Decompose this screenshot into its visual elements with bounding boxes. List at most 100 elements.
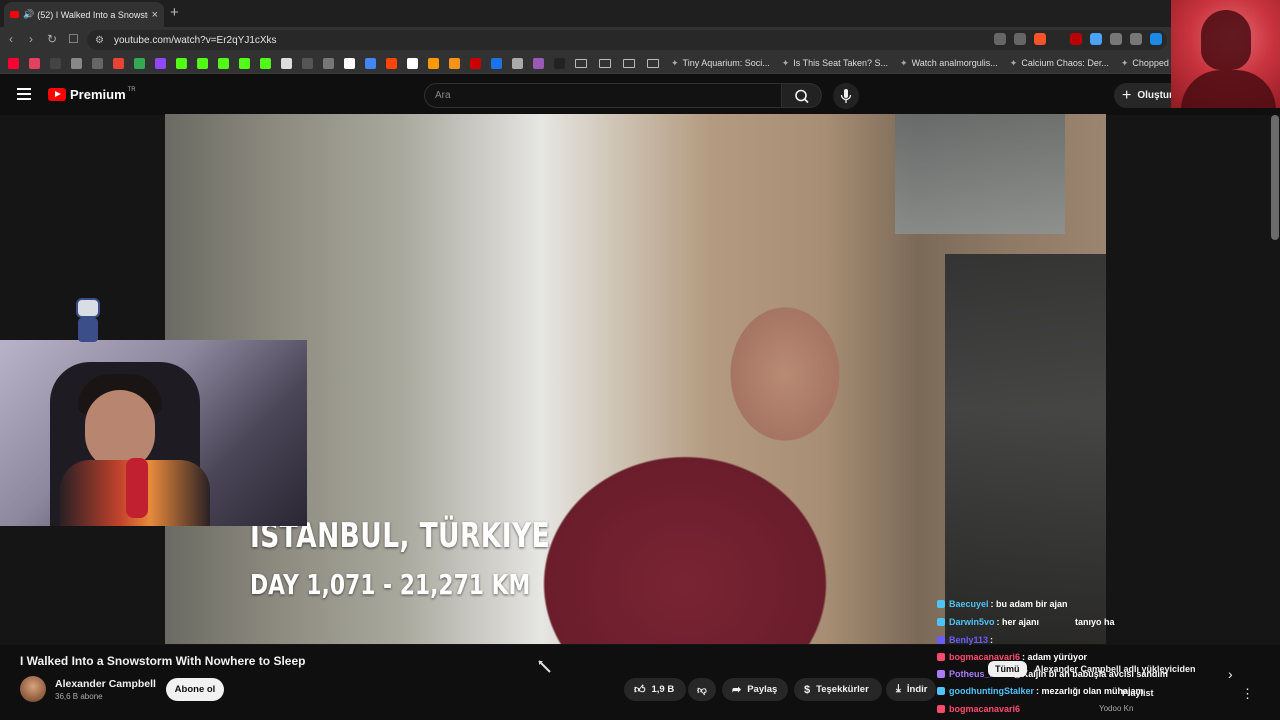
bookmark-item[interactable]: ✦ Tiny Aquarium: Soci... — [671, 58, 770, 69]
extension-icon[interactable] — [1130, 33, 1142, 45]
bookmark-item[interactable]: ✦ Calcium Chaos: Der... — [1010, 58, 1109, 69]
bookmark-favicon-icon[interactable] — [134, 57, 145, 69]
new-tab-button[interactable]: + — [170, 4, 179, 21]
download-icon: ⤓ — [896, 683, 901, 695]
extension-icons — [994, 33, 1046, 45]
bookmark-folder-icon[interactable] — [599, 58, 611, 68]
chat-message: Benly113: — [937, 635, 993, 645]
youtube-header: Premium TR Ara + Oluştur — [0, 75, 1280, 115]
download-button[interactable]: ⤓ İndir — [886, 678, 936, 701]
bookmark-item[interactable]: ✦ Is This Seat Taken? S... — [782, 58, 888, 69]
subscriber-count: 36,6 B abone — [55, 692, 103, 701]
bookmark-favicon-icon[interactable] — [554, 57, 565, 69]
bookmark-favicon-icon[interactable] — [533, 57, 544, 69]
channel-avatar[interactable] — [20, 676, 46, 702]
site-info-icon[interactable]: ⚙ — [95, 35, 104, 46]
bookmark-favicon-icon[interactable] — [260, 57, 271, 69]
chip-all[interactable]: Tümü — [988, 661, 1027, 677]
bookmark-favicon-icon[interactable] — [50, 57, 61, 69]
url-text: youtube.com/watch?v=Er2qYJ1cXks — [113, 34, 277, 46]
playlist-label[interactable]: Playlist — [1122, 688, 1154, 698]
audio-playing-icon[interactable]: 🔊 — [23, 9, 34, 20]
microphone-icon — [840, 89, 852, 103]
bookmark-favicon-icon[interactable] — [428, 57, 439, 69]
bookmark-favicon-icon[interactable] — [407, 57, 418, 69]
chat-username: goodhuntingStalker — [949, 686, 1034, 696]
extension-icon[interactable] — [1150, 33, 1162, 45]
dislike-button[interactable]: 👎︎ — [688, 678, 716, 701]
bookmark-folder-icon[interactable] — [647, 58, 659, 68]
brave-shield-icon[interactable] — [1034, 33, 1046, 45]
browser-toolbar: ‹ › ↻ ☐ ⚙ youtube.com/watch?v=Er2qYJ1cXk… — [0, 27, 1280, 53]
search-icon — [795, 89, 809, 104]
bookmark-favicon-icon[interactable] — [71, 57, 82, 69]
chip-uploader[interactable]: Alexander Campbell adlı yükleyiciden — [1035, 664, 1196, 674]
like-button[interactable]: 👍︎ 1,9 B — [624, 678, 686, 701]
bookmark-favicon-icon[interactable] — [8, 57, 19, 69]
bookmark-favicon-icon[interactable] — [239, 57, 250, 69]
bookmark-favicon-icon[interactable] — [302, 57, 313, 69]
chat-text: : her ajanı — [996, 617, 1040, 627]
bookmark-label: Tiny Aquarium: Soci... — [682, 58, 770, 68]
forward-icon[interactable]: › — [29, 32, 33, 46]
back-icon[interactable]: ‹ — [9, 32, 13, 46]
bookmark-favicon-icon[interactable] — [29, 57, 40, 69]
share-label: Paylaş — [747, 684, 778, 695]
thanks-button[interactable]: $ Teşekkürler — [794, 678, 882, 701]
bookmark-favicon-icon[interactable] — [176, 57, 187, 69]
chat-username: Baecuyel — [949, 599, 989, 609]
bookmarks-bar: ✦ Tiny Aquarium: Soci... ✦ Is This Seat Tak… — [0, 53, 1280, 74]
steam-icon: ✦ — [781, 57, 790, 68]
bookmark-favicon-icon[interactable] — [281, 57, 292, 69]
bookmark-favicon-icon[interactable] — [344, 57, 355, 69]
bookmark-label: Calcium Chaos: Der... — [1021, 58, 1109, 68]
subscribe-button[interactable]: Abone ol — [166, 678, 224, 701]
share-button[interactable]: ➦ Paylaş — [722, 678, 788, 701]
bookmark-folder-icon[interactable] — [575, 58, 587, 68]
hamburger-menu-icon[interactable] — [17, 88, 31, 100]
chat-text-extra: tanıyo ha — [1075, 617, 1115, 627]
youtube-premium-logo[interactable]: Premium TR — [48, 87, 136, 102]
search-input[interactable]: Ara — [424, 83, 782, 108]
bookmark-favicon-icon[interactable] — [113, 57, 124, 69]
bookmark-favicon-icon[interactable] — [155, 57, 166, 69]
cast-icon[interactable] — [994, 33, 1006, 45]
browser-tab-active[interactable]: 🔊 (52) I Walked Into a Snowstorm... × — [4, 2, 164, 27]
bookmark-favicon-icon[interactable] — [92, 57, 103, 69]
steam-icon: ✦ — [900, 57, 908, 68]
page-scrollbar[interactable] — [1271, 115, 1279, 240]
bookmark-favicon-icon[interactable] — [470, 57, 481, 69]
bookmark-favicon-icon[interactable] — [197, 57, 208, 69]
bookmark-favicon-icon[interactable] — [512, 57, 523, 69]
voice-search-button[interactable] — [833, 83, 859, 109]
bookmark-folder-icon[interactable] — [623, 58, 635, 68]
close-tab-icon[interactable]: × — [152, 9, 158, 21]
bookmark-favicon-icon[interactable] — [491, 57, 502, 69]
bookmark-item[interactable]: ✦ Watch analmorgulis... — [900, 58, 998, 69]
bookmark-favicon-icon[interactable] — [218, 57, 229, 69]
bookmark-star-icon[interactable]: ☐ — [68, 32, 79, 46]
portrait-overlay-image — [1171, 0, 1280, 108]
ublock-icon[interactable] — [1070, 33, 1082, 45]
bookmark-favicon-icon[interactable] — [365, 57, 376, 69]
chat-message: bogmacanavari6 — [937, 704, 1022, 714]
bookmark-favicon-icon[interactable] — [449, 57, 460, 69]
chat-text: : bu adam bir ajan — [990, 599, 1068, 609]
more-options-icon[interactable]: ⋮ — [1241, 686, 1254, 702]
chevron-right-icon[interactable]: › — [1228, 666, 1233, 682]
channel-name[interactable]: Alexander Campbell — [55, 678, 156, 690]
share-icon[interactable] — [1014, 33, 1026, 45]
plus-icon: + — [1122, 86, 1132, 104]
search-button[interactable] — [782, 83, 822, 108]
mouse-cursor-icon — [538, 660, 551, 673]
reload-icon[interactable]: ↻ — [47, 32, 57, 46]
bookmark-favicon-icon[interactable] — [323, 57, 334, 69]
recommendation-chips: Tümü Alexander Campbell adlı yükleyicide… — [988, 661, 1196, 677]
thumbs-up-icon: 👍︎ — [634, 684, 646, 696]
mascot-body — [78, 318, 98, 342]
chat-badge-icon — [937, 705, 945, 713]
thanks-label: Teşekkürler — [816, 684, 869, 695]
extension-icon[interactable] — [1110, 33, 1122, 45]
bookmark-favicon-icon[interactable] — [386, 57, 397, 69]
extension-icon[interactable] — [1090, 33, 1102, 45]
